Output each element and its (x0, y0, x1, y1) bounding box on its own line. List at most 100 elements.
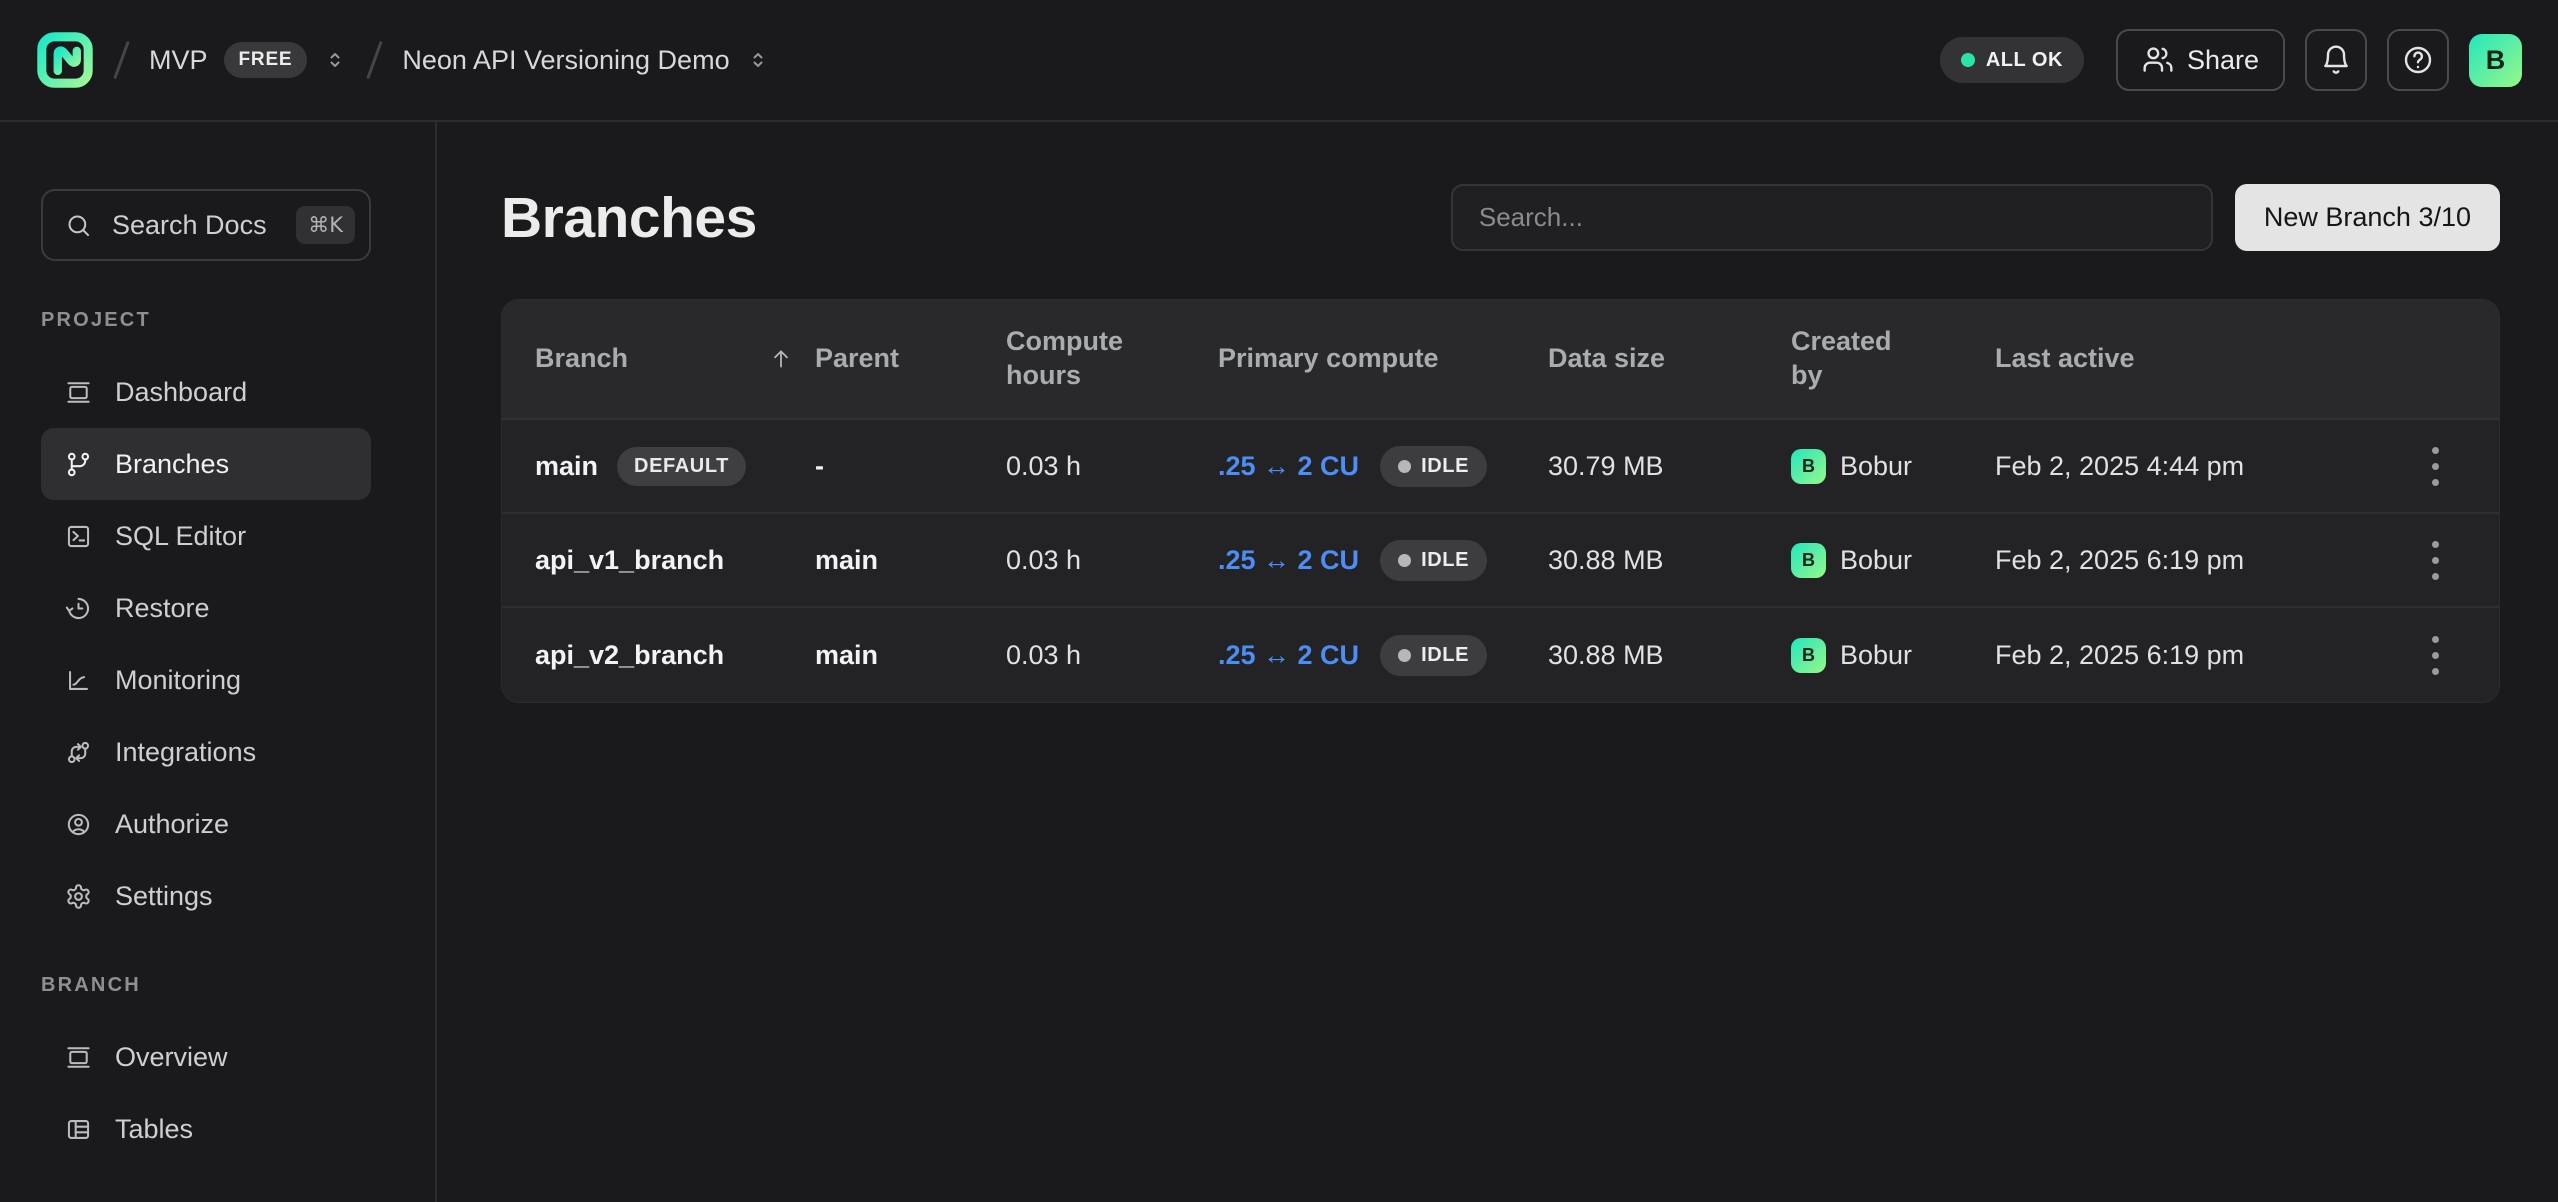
gear-icon (65, 883, 92, 910)
sidebar-item-tables[interactable]: Tables (41, 1093, 371, 1165)
project-selector[interactable]: Neon API Versioning Demo (402, 45, 769, 76)
default-badge: DEFAULT (617, 447, 746, 486)
git-branch-icon (65, 451, 92, 478)
primary-compute-value[interactable]: .25 ↔ 2 CU (1218, 640, 1359, 671)
sidebar-item-overview[interactable]: Overview (41, 1021, 371, 1093)
help-circle-icon (2402, 44, 2434, 76)
chart-curve-icon (65, 667, 92, 694)
last-active-cell: Feb 2, 2025 4:44 pm (1995, 451, 2305, 482)
plan-badge: FREE (224, 42, 308, 78)
keyboard-shortcut: ⌘K (296, 206, 355, 244)
sidebar-item-restore[interactable]: Restore (41, 572, 371, 644)
sort-ascending-icon[interactable] (768, 346, 794, 372)
sidebar-item-branches[interactable]: Branches (41, 428, 371, 500)
sidebar-item-settings[interactable]: Settings (41, 860, 371, 932)
column-header-parent: Parent (815, 342, 1006, 376)
breadcrumb: MVP FREE Neon API Versioning Demo (36, 31, 770, 89)
primary-compute-value[interactable]: .25 ↔ 2 CU (1218, 545, 1359, 576)
search-docs-label: Search Docs (112, 210, 267, 241)
creator-avatar: B (1791, 449, 1826, 484)
user-circle-icon (65, 811, 92, 838)
sidebar: Search Docs ⌘K PROJECT Dashboard Branche… (0, 122, 437, 1202)
user-avatar[interactable]: B (2469, 34, 2522, 87)
primary-compute-value[interactable]: .25 ↔ 2 CU (1218, 451, 1359, 482)
table-header: Branch Parent Compute hours Primary comp… (502, 300, 2499, 420)
compute-state-badge: IDLE (1380, 540, 1487, 581)
creator-name: Bobur (1840, 451, 1912, 482)
compute-hours-cell: 0.03 h (1006, 451, 1218, 482)
top-bar-actions: ALL OK Share B (1940, 29, 2522, 91)
table-icon (65, 1116, 92, 1143)
row-menu-button[interactable] (2424, 439, 2447, 494)
search-icon (65, 212, 92, 239)
page-title: Branches (501, 185, 757, 251)
compute-hours-cell: 0.03 h (1006, 640, 1218, 671)
org-selector[interactable]: MVP FREE (149, 42, 347, 78)
status-badge[interactable]: ALL OK (1940, 37, 2084, 83)
share-button[interactable]: Share (2116, 29, 2285, 91)
sidebar-item-dashboard[interactable]: Dashboard (41, 356, 371, 428)
breadcrumb-slash (367, 41, 383, 80)
creator-name: Bobur (1840, 545, 1912, 576)
sidebar-item-sql-editor[interactable]: SQL Editor (41, 500, 371, 572)
branch-name[interactable]: main (535, 451, 598, 482)
status-label: ALL OK (1986, 49, 2063, 72)
compute-state-label: IDLE (1421, 455, 1469, 478)
sidebar-item-monitoring[interactable]: Monitoring (41, 644, 371, 716)
branch-name[interactable]: api_v2_branch (535, 640, 724, 671)
row-menu-button[interactable] (2424, 628, 2447, 683)
window-icon (65, 379, 92, 406)
neon-console: MVP FREE Neon API Versioning Demo ALL OK… (0, 0, 2558, 1202)
section-title-project: PROJECT (41, 309, 402, 332)
column-header-primary-compute: Primary compute (1218, 342, 1548, 376)
history-icon (65, 595, 92, 622)
idle-dot-icon (1398, 649, 1411, 662)
table-row[interactable]: api_v1_branch main 0.03 h .25 ↔ 2 CU IDL… (502, 514, 2499, 608)
search-docs-button[interactable]: Search Docs ⌘K (41, 189, 371, 261)
compute-hours-cell: 0.03 h (1006, 545, 1218, 576)
notifications-button[interactable] (2305, 29, 2367, 91)
users-icon (2142, 44, 2174, 76)
branch-search-input[interactable] (1451, 184, 2213, 251)
top-bar: MVP FREE Neon API Versioning Demo ALL OK… (0, 0, 2558, 122)
table-row[interactable]: main DEFAULT - 0.03 h .25 ↔ 2 CU IDLE 30… (502, 420, 2499, 514)
idle-dot-icon (1398, 554, 1411, 567)
column-header-branch[interactable]: Branch (502, 342, 815, 376)
creator-avatar: B (1791, 543, 1826, 578)
compute-state-badge: IDLE (1380, 635, 1487, 676)
sidebar-item-authorize[interactable]: Authorize (41, 788, 371, 860)
data-size-cell: 30.88 MB (1548, 640, 1791, 671)
last-active-cell: Feb 2, 2025 6:19 pm (1995, 545, 2305, 576)
creator-name: Bobur (1840, 640, 1912, 671)
row-menu-button[interactable] (2424, 533, 2447, 588)
main-content: Branches New Branch 3/10 Branch Parent C… (437, 122, 2558, 1202)
column-header-compute-hours: Compute hours (1006, 325, 1218, 393)
help-button[interactable] (2387, 29, 2449, 91)
parent-cell: main (815, 545, 1006, 576)
parent-cell: main (815, 640, 1006, 671)
sidebar-item-integrations[interactable]: Integrations (41, 716, 371, 788)
compute-state-label: IDLE (1421, 644, 1469, 667)
column-header-created-by: Created by (1791, 325, 1995, 393)
status-dot-icon (1961, 53, 1975, 67)
window-icon (65, 1044, 92, 1071)
section-title-branch: BRANCH (41, 974, 402, 997)
branch-name[interactable]: api_v1_branch (535, 545, 724, 576)
git-compare-icon (65, 739, 92, 766)
new-branch-button[interactable]: New Branch 3/10 (2235, 184, 2500, 251)
creator-avatar: B (1791, 638, 1826, 673)
org-name: MVP (149, 45, 208, 76)
column-header-data-size: Data size (1548, 342, 1791, 376)
compute-state-badge: IDLE (1380, 446, 1487, 487)
table-row[interactable]: api_v2_branch main 0.03 h .25 ↔ 2 CU IDL… (502, 608, 2499, 702)
idle-dot-icon (1398, 460, 1411, 473)
neon-logo-icon[interactable] (36, 31, 94, 89)
share-label: Share (2187, 45, 2259, 76)
compute-state-label: IDLE (1421, 549, 1469, 572)
breadcrumb-slash (113, 41, 129, 80)
chevrons-up-down-icon (323, 45, 347, 75)
column-header-last-active: Last active (1995, 342, 2305, 376)
data-size-cell: 30.79 MB (1548, 451, 1791, 482)
terminal-icon (65, 523, 92, 550)
bell-icon (2320, 44, 2352, 76)
